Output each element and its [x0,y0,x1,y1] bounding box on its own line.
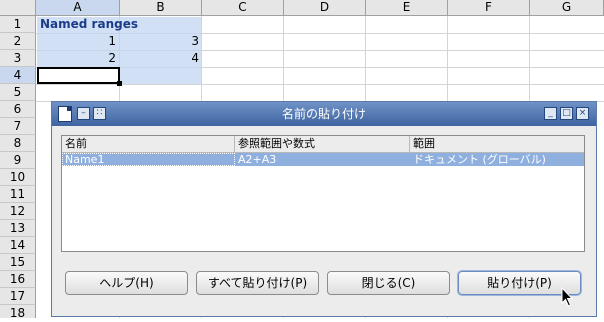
row-header-4[interactable]: 4 [0,67,36,84]
paste-all-button[interactable]: すべて貼り付け(P) [196,271,319,295]
list-item[interactable]: Name1 A2+A3 ドキュメント (グローバル) [62,153,584,166]
names-list[interactable]: 名前 参照範囲や数式 範囲 Name1 A2+A3 ドキュメント (グローバル) [61,135,585,252]
row-header-10[interactable]: 10 [0,169,36,186]
dialog-title-bar[interactable]: 名前の貼り付け – ∷ _ □ × [52,102,596,126]
close-button[interactable]: 閉じる(C) [327,271,450,295]
column-header-d[interactable]: D [284,0,366,16]
name-cell: Name1 [62,153,235,166]
cell-a1[interactable]: Named ranges [37,16,201,33]
column-header-name[interactable]: 名前 [62,136,235,152]
fill-handle[interactable] [117,81,122,86]
window-menu-icon[interactable]: – [77,107,90,120]
column-header-scope[interactable]: 範囲 [410,136,584,152]
list-header: 名前 参照範囲や数式 範囲 [62,136,584,153]
active-cell-a4[interactable] [37,67,120,84]
paste-names-dialog: 名前の貼り付け – ∷ _ □ × 名前 参照範囲や数式 範囲 Name1 A2… [51,101,597,317]
column-header-f[interactable]: F [448,0,530,16]
close-icon[interactable]: × [576,107,589,120]
column-header-c[interactable]: C [202,0,284,16]
row-header-9[interactable]: 9 [0,152,36,169]
row-header-13[interactable]: 13 [0,220,36,237]
row-header-7[interactable]: 7 [0,118,36,135]
mouse-pointer-icon [561,287,574,307]
reference-cell: A2+A3 [238,153,277,166]
cell-a2[interactable]: 1 [37,33,119,50]
cell-b2[interactable]: 3 [120,33,202,50]
column-header-g[interactable]: G [530,0,604,16]
row-header-1[interactable]: 1 [0,16,36,33]
row-header-18[interactable]: 18 [0,305,36,320]
row-header-3[interactable]: 3 [0,50,36,67]
select-all-corner[interactable] [0,0,36,16]
minimize-icon[interactable]: _ [544,107,557,120]
row-header-5[interactable]: 5 [0,84,36,101]
row-header-15[interactable]: 15 [0,254,36,271]
row-header-11[interactable]: 11 [0,186,36,203]
column-header-e[interactable]: E [366,0,448,16]
row-header-14[interactable]: 14 [0,237,36,254]
help-button[interactable]: ヘルプ(H) [65,271,188,295]
cell-a3[interactable]: 2 [37,50,119,67]
maximize-icon[interactable]: □ [560,107,573,120]
column-header-reference[interactable]: 参照範囲や数式 [235,136,410,152]
row-header-8[interactable]: 8 [0,135,36,152]
document-icon[interactable] [58,106,72,122]
column-header-a[interactable]: A [36,0,120,16]
row-header-16[interactable]: 16 [0,271,36,288]
row-header-2[interactable]: 2 [0,33,36,50]
pin-icon[interactable]: ∷ [93,107,106,120]
cell-b3[interactable]: 4 [120,50,202,67]
column-header-b[interactable]: B [120,0,202,16]
row-header-17[interactable]: 17 [0,288,36,305]
row-header-6[interactable]: 6 [0,101,36,118]
scope-cell: ドキュメント (グローバル) [413,153,546,166]
row-header-12[interactable]: 12 [0,203,36,220]
dialog-title: 名前の貼り付け [281,107,366,121]
